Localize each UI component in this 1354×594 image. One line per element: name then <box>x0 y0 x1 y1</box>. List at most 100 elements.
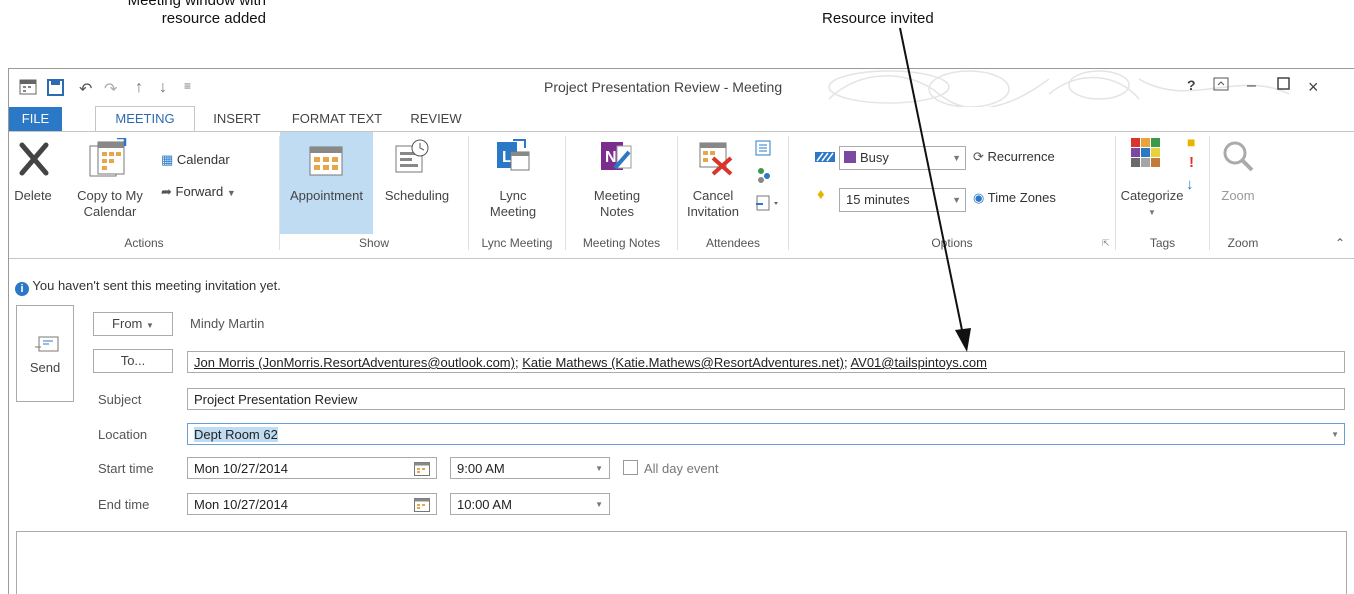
copy-to-calendar-icon <box>89 138 127 177</box>
to-field[interactable]: Jon Morris (JonMorris.ResortAdventures@o… <box>187 351 1345 373</box>
tab-file[interactable]: FILE <box>9 107 62 131</box>
end-date-value: Mon 10/27/2014 <box>194 497 288 512</box>
cancel-label-line1: Cancel <box>692 188 734 203</box>
group-label-options: Options <box>931 236 973 250</box>
notes-label-line1: Meeting <box>593 188 641 203</box>
next-item-icon[interactable]: ↓ <box>159 79 167 97</box>
recipient-katie-mathews[interactable]: Katie Mathews (Katie.Mathews@ResortAdven… <box>522 355 844 370</box>
notes-label-line2: Notes <box>600 204 634 219</box>
window-title: Project Presentation Review - Meeting <box>544 79 783 95</box>
save-icon[interactable] <box>47 79 65 101</box>
group-label-actions: Actions <box>124 236 164 250</box>
lync-label-line1: Lync <box>499 188 527 203</box>
group-separator <box>468 136 469 250</box>
low-importance-icon[interactable]: ↓ <box>1186 176 1194 193</box>
lync-meeting-label: Lync Meeting <box>475 188 551 220</box>
private-lock-icon[interactable]: ■ <box>1187 134 1195 150</box>
chevron-down-icon: ▼ <box>226 188 236 198</box>
calendar-label: Calendar <box>176 152 230 167</box>
start-time-field[interactable]: 9:00 AM ▼ <box>450 457 610 479</box>
send-button[interactable]: Send <box>16 305 74 402</box>
customize-qat-icon[interactable]: ≡ <box>184 79 191 93</box>
busy-color-swatch <box>844 151 856 163</box>
end-time-field[interactable]: 10:00 AM ▼ <box>450 493 610 515</box>
cancel-invitation-icon <box>699 142 733 176</box>
response-options-icon[interactable] <box>755 194 781 217</box>
chevron-down-icon: ▼ <box>1148 208 1156 217</box>
callout-left: Meeting window with resource added <box>62 0 266 28</box>
tab-review[interactable]: REVIEW <box>401 107 471 131</box>
tab-insert[interactable]: INSERT <box>207 107 267 131</box>
delete-icon <box>19 142 49 176</box>
start-date-field[interactable]: Mon 10/27/2014 <box>187 457 437 479</box>
ribbon-display-options-icon[interactable] <box>1213 77 1229 96</box>
copy-label-line2: Calendar <box>83 204 137 219</box>
reminder-bell-icon: ♦ <box>817 186 825 203</box>
start-time-label: Start time <box>98 461 154 476</box>
show-as-icon <box>815 150 835 169</box>
onenote-icon: N <box>601 142 632 170</box>
appointment-label: Appointment <box>290 188 363 203</box>
collapse-ribbon-icon[interactable]: ⌃ <box>1335 236 1345 250</box>
calendar-button[interactable]: ▦ Calendar <box>161 152 230 168</box>
minimize-icon[interactable]: – <box>1247 77 1256 95</box>
calendar-picker-icon[interactable] <box>414 462 430 476</box>
reminder-value: 15 minutes <box>846 192 910 207</box>
recurrence-button[interactable]: ⟳ Recurrence <box>973 149 1055 165</box>
magnifier-icon <box>1223 141 1254 172</box>
maximize-icon[interactable] <box>1277 77 1290 95</box>
help-icon[interactable]: ? <box>1187 77 1196 93</box>
from-value: Mindy Martin <box>190 316 265 331</box>
callout-left-line1: Meeting window with <box>127 0 266 9</box>
recipient-resource[interactable]: AV01@tailspintoys.com <box>850 355 987 370</box>
end-time-value: 10:00 AM <box>457 497 512 512</box>
forward-label: Forward <box>175 184 224 199</box>
close-icon[interactable]: × <box>1308 77 1319 98</box>
previous-item-icon[interactable]: ↑ <box>135 79 143 97</box>
tab-format-text[interactable]: FORMAT TEXT <box>287 107 387 131</box>
callout-right: Resource invited <box>822 10 934 27</box>
scheduling-label: Scheduling <box>384 188 450 203</box>
address-book-icon[interactable] <box>755 140 771 161</box>
forward-button[interactable]: ➦ Forward ▼ <box>161 184 236 200</box>
calendar-picker-icon[interactable] <box>414 498 430 512</box>
chevron-down-icon: ▼ <box>595 500 603 509</box>
lync-label-line2: Meeting <box>489 204 537 219</box>
check-names-icon[interactable] <box>755 166 771 189</box>
chevron-down-icon: ▼ <box>1331 430 1339 439</box>
recipient-jon-morris[interactable]: Jon Morris (JonMorris.ResortAdventures@o… <box>194 355 515 370</box>
location-label: Location <box>98 427 148 442</box>
delete-label: Delete <box>14 188 52 203</box>
chevron-down-icon: ▼ <box>952 153 961 163</box>
to-button[interactable]: To... <box>93 349 173 373</box>
time-zones-button[interactable]: ◉ Time Zones <box>973 190 1056 206</box>
undo-icon[interactable]: ↶ <box>79 79 92 99</box>
show-as-dropdown[interactable]: Busy ▼ <box>839 146 966 170</box>
location-field[interactable]: Dept Room 62 ▼ <box>187 423 1345 445</box>
ribbon-tabs: FILE MEETING INSERT FORMAT TEXT REVIEW <box>9 106 1354 132</box>
end-time-label: End time <box>98 497 150 512</box>
ribbon: Delete Copy to My Calendar ▦ Calendar ➦ … <box>9 131 1354 259</box>
cancel-label-line2: Invitation <box>686 204 740 219</box>
end-date-field[interactable]: Mon 10/27/2014 <box>187 493 437 515</box>
message-body[interactable] <box>16 531 1347 594</box>
subject-label: Subject <box>98 392 142 407</box>
dialog-launcher-icon[interactable]: ⇱ <box>1102 238 1110 249</box>
appointment-button[interactable]: Appointment <box>280 132 373 234</box>
copy-to-my-calendar-label: Copy to My Calendar <box>69 188 151 220</box>
redo-icon[interactable]: ↷ <box>104 79 117 99</box>
calendar-qat-icon[interactable] <box>19 79 37 100</box>
from-button[interactable]: From ▼ <box>93 312 173 336</box>
cancel-invitation-label: Cancel Invitation <box>681 188 745 220</box>
subject-field[interactable]: Project Presentation Review <box>187 388 1345 410</box>
info-bar-text: You haven't sent this meeting invitation… <box>32 278 281 293</box>
group-separator <box>1209 136 1210 250</box>
reminder-dropdown[interactable]: 15 minutes ▼ <box>839 188 966 212</box>
start-time-value: 9:00 AM <box>457 461 505 476</box>
all-day-event-checkbox[interactable]: All day event <box>623 460 718 476</box>
svg-text:N: N <box>605 149 617 166</box>
location-value: Dept Room 62 <box>194 427 278 442</box>
high-importance-icon[interactable]: ! <box>1189 154 1194 171</box>
from-label: From <box>112 316 143 331</box>
tab-meeting[interactable]: MEETING <box>95 106 195 132</box>
